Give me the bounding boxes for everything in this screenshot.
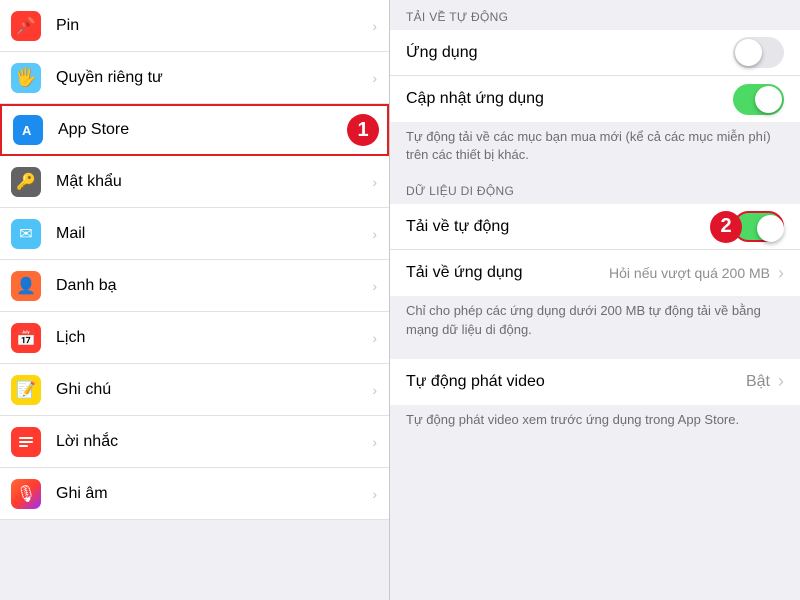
sidebar-item-reminders[interactable]: Lời nhắc › xyxy=(0,416,389,468)
autoplay-video-value: Bật xyxy=(746,373,770,391)
sidebar-item-password[interactable]: 🔑 Mật khẩu › xyxy=(0,156,389,208)
notes-icon-wrapper: 📝 xyxy=(0,375,52,405)
chevron-icon: › xyxy=(372,278,377,294)
reminders-icon-wrapper xyxy=(0,427,52,457)
contacts-icon: 👤 xyxy=(11,271,41,301)
reminders-icon xyxy=(11,427,41,457)
voice-icon: 🎙 xyxy=(11,479,41,509)
toggle-knob xyxy=(757,215,784,242)
sidebar-item-appstore[interactable]: A App Store › 1 xyxy=(0,104,389,156)
pin-icon-wrapper: 📌 xyxy=(0,11,52,41)
notes-icon: 📝 xyxy=(11,375,41,405)
apps-toggle[interactable] xyxy=(733,37,784,68)
mail-icon: ✉ xyxy=(11,219,41,249)
calendar-icon: 📅 xyxy=(11,323,41,353)
appstore-icon: A xyxy=(13,115,43,145)
sidebar-item-label: Danh bạ xyxy=(56,277,368,295)
sidebar-item-calendar[interactable]: 📅 Lịch › xyxy=(0,312,389,364)
chevron-icon: › xyxy=(372,382,377,398)
toggle-knob xyxy=(735,39,762,66)
step-badge-2: 2 xyxy=(710,211,742,243)
chevron-icon: › xyxy=(778,263,784,284)
settings-list: 📌 Pin › 🖐 Quyền riêng tư › A xyxy=(0,0,389,520)
sidebar-item-label: Pin xyxy=(56,17,368,35)
chevron-icon: › xyxy=(372,174,377,190)
sidebar-item-voice[interactable]: 🎙 Ghi âm › xyxy=(0,468,389,520)
auto-download-label: Tải về tự động xyxy=(406,206,733,248)
settings-right-panel: TẢI VỀ TỰ ĐỘNG Ứng dụng Cập nhật ứng dụn… xyxy=(390,0,800,600)
chevron-icon: › xyxy=(778,371,784,392)
app-size-label: Tải về ứng dụng xyxy=(406,252,609,294)
privacy-icon-wrapper: 🖐 xyxy=(0,63,52,93)
sidebar-item-label: Ghi âm xyxy=(56,485,368,503)
privacy-icon: 🖐 xyxy=(11,63,41,93)
sidebar-item-pin[interactable]: 📌 Pin › xyxy=(0,0,389,52)
toggle-knob xyxy=(755,86,782,113)
sidebar-item-label: Mật khẩu xyxy=(56,173,368,191)
chevron-icon: › xyxy=(372,330,377,346)
pin-icon: 📌 xyxy=(11,11,41,41)
apps-item: Ứng dụng xyxy=(390,30,800,76)
section2-header: DỮ LIỆU DI ĐỘNG xyxy=(390,174,800,204)
autoplay-video-item[interactable]: Tự động phát video Bật › xyxy=(390,359,800,405)
app-size-item[interactable]: Tải về ứng dụng Hỏi nếu vượt quá 200 MB … xyxy=(390,250,800,296)
spacer xyxy=(390,349,800,359)
section2-note: Chỉ cho phép các ứng dụng dưới 200 MB tự… xyxy=(390,296,800,348)
contacts-icon-wrapper: 👤 xyxy=(0,271,52,301)
calendar-icon-wrapper: 📅 xyxy=(0,323,52,353)
settings-left-panel: 📌 Pin › 🖐 Quyền riêng tư › A xyxy=(0,0,390,600)
sidebar-item-label: Lịch xyxy=(56,329,368,347)
section1-group: Ứng dụng Cập nhật ứng dụng xyxy=(390,30,800,122)
chevron-icon: › xyxy=(372,486,377,502)
appstore-icon-wrapper: A xyxy=(2,115,54,145)
chevron-icon: › xyxy=(372,70,377,86)
app-updates-toggle[interactable] xyxy=(733,84,784,115)
sidebar-item-privacy[interactable]: 🖐 Quyền riêng tư › xyxy=(0,52,389,104)
app-updates-label: Cập nhật ứng dụng xyxy=(406,78,733,120)
section2-group: Tải về tự động 2 Tải về ứng dụng Hỏi nếu… xyxy=(390,204,800,296)
section3-note: Tự động phát video xem trước ứng dụng tr… xyxy=(390,405,800,439)
chevron-icon: › xyxy=(372,18,377,34)
app-updates-item: Cập nhật ứng dụng xyxy=(390,76,800,122)
sidebar-item-label: Ghi chú xyxy=(56,381,368,399)
sidebar-item-label: Quyền riêng tư xyxy=(56,69,368,87)
sidebar-item-notes[interactable]: 📝 Ghi chú › xyxy=(0,364,389,416)
password-icon-wrapper: 🔑 xyxy=(0,167,52,197)
password-icon: 🔑 xyxy=(11,167,41,197)
app-size-value: Hỏi nếu vượt quá 200 MB xyxy=(609,265,770,281)
auto-download-item: Tải về tự động 2 xyxy=(390,204,800,250)
sidebar-item-label: App Store xyxy=(58,121,366,139)
section1-note: Tự động tải về các mục bạn mua mới (kể c… xyxy=(390,122,800,174)
voice-icon-wrapper: 🎙 xyxy=(0,479,52,509)
svg-text:A: A xyxy=(22,123,32,138)
sidebar-item-mail[interactable]: ✉ Mail › xyxy=(0,208,389,260)
apps-label: Ứng dụng xyxy=(406,32,733,74)
section3-group: Tự động phát video Bật › xyxy=(390,359,800,405)
sidebar-item-contacts[interactable]: 👤 Danh bạ › xyxy=(0,260,389,312)
mail-icon-wrapper: ✉ xyxy=(0,219,52,249)
chevron-icon: › xyxy=(372,434,377,450)
step-badge-1: 1 xyxy=(347,114,379,146)
section1-header: TẢI VỀ TỰ ĐỘNG xyxy=(390,0,800,30)
sidebar-item-label: Mail xyxy=(56,225,368,243)
autoplay-video-label: Tự động phát video xyxy=(406,361,746,403)
sidebar-item-label: Lời nhắc xyxy=(56,433,368,451)
chevron-icon: › xyxy=(372,226,377,242)
